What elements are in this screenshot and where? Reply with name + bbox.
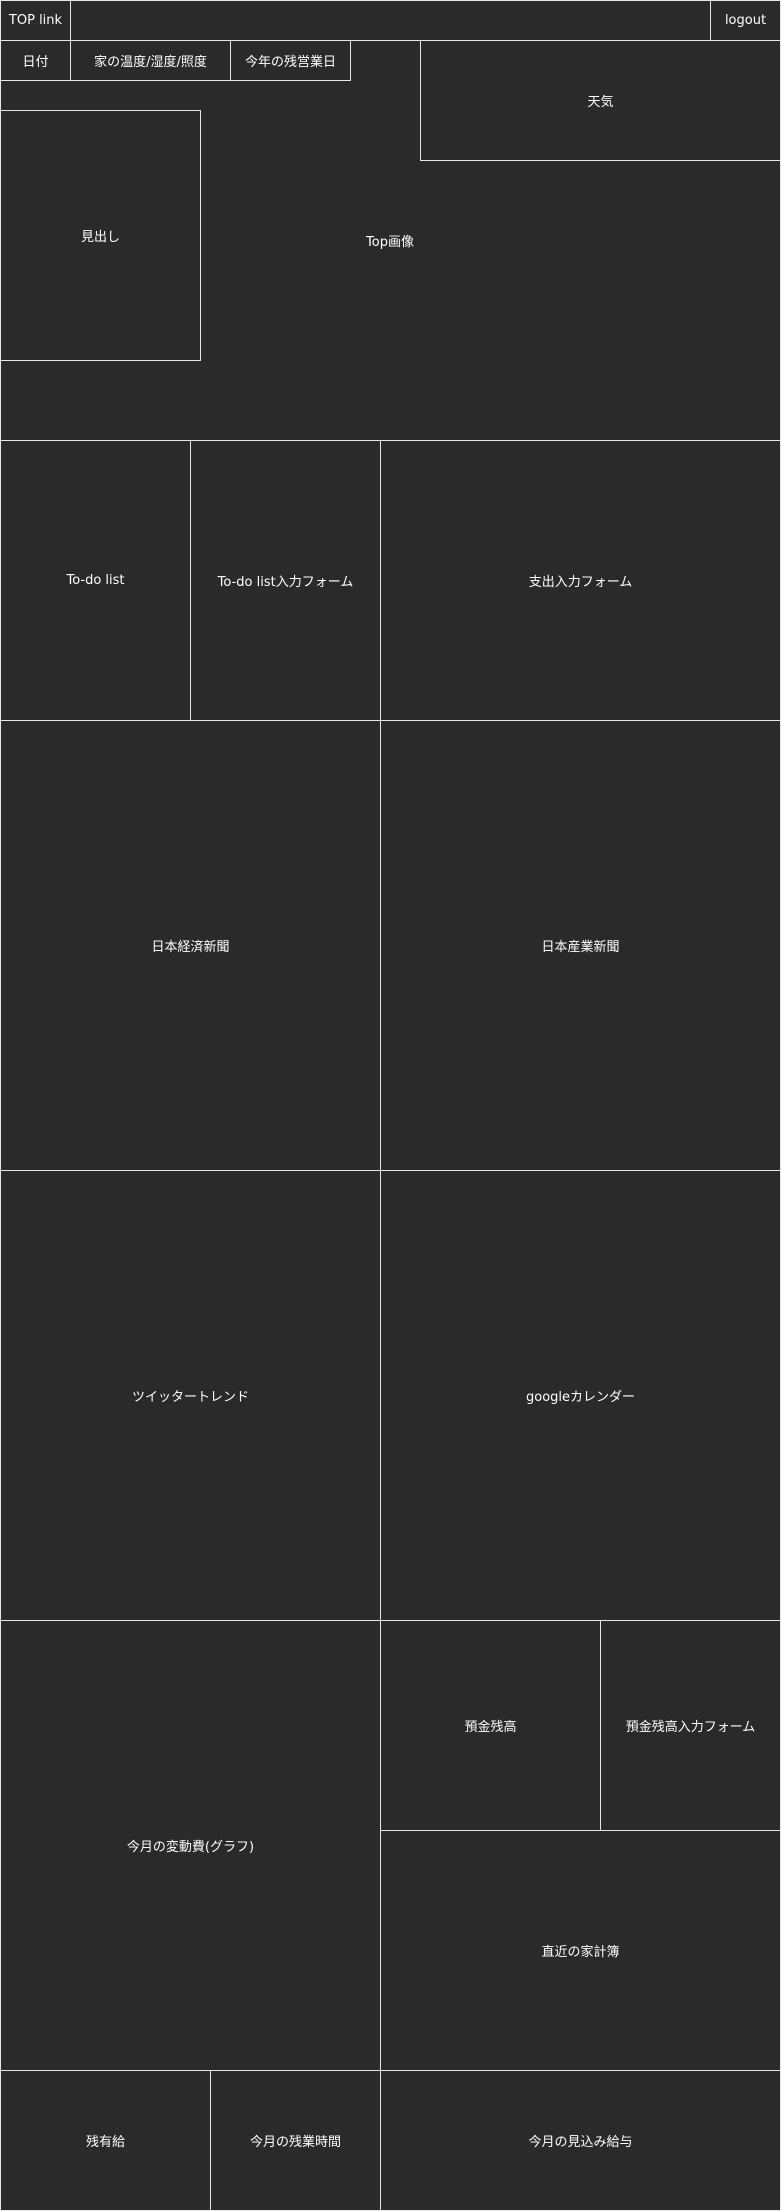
sankei-panel: 日本産業新聞 (380, 720, 781, 1171)
household-ledger-panel: 直近の家計簿 (380, 1830, 781, 2071)
header-bar (0, 0, 781, 41)
holidays-cell: 今年の残営業日 (230, 40, 351, 81)
nikkei-panel: 日本経済新聞 (0, 720, 381, 1171)
weather-panel: 天気 (420, 40, 781, 161)
logout-button[interactable]: logout (710, 0, 781, 41)
deposit-form-panel[interactable]: 預金残高入力フォーム (600, 1620, 781, 1831)
overtime-panel: 今月の残業時間 (210, 2070, 381, 2211)
salary-panel: 今月の見込み給与 (380, 2070, 781, 2211)
variable-cost-graph-panel: 今月の変動費(グラフ) (0, 1620, 381, 2071)
google-calendar-panel: googleカレンダー (380, 1170, 781, 1621)
twitter-trend-panel: ツイッタートレンド (0, 1170, 381, 1621)
todo-list-panel: To-do list (0, 440, 191, 721)
top-link[interactable]: TOP link (0, 0, 71, 41)
deposit-balance-panel: 預金残高 (380, 1620, 601, 1831)
date-cell: 日付 (0, 40, 71, 81)
paid-leave-panel: 残有給 (0, 2070, 211, 2211)
top-image-label: Top画像 (366, 234, 414, 250)
todo-form-panel[interactable]: To-do list入力フォーム (190, 440, 381, 721)
headline-panel: 見出し (0, 110, 201, 361)
expense-form-panel[interactable]: 支出入力フォーム (380, 440, 781, 721)
home-temp-cell: 家の温度/湿度/照度 (70, 40, 231, 81)
